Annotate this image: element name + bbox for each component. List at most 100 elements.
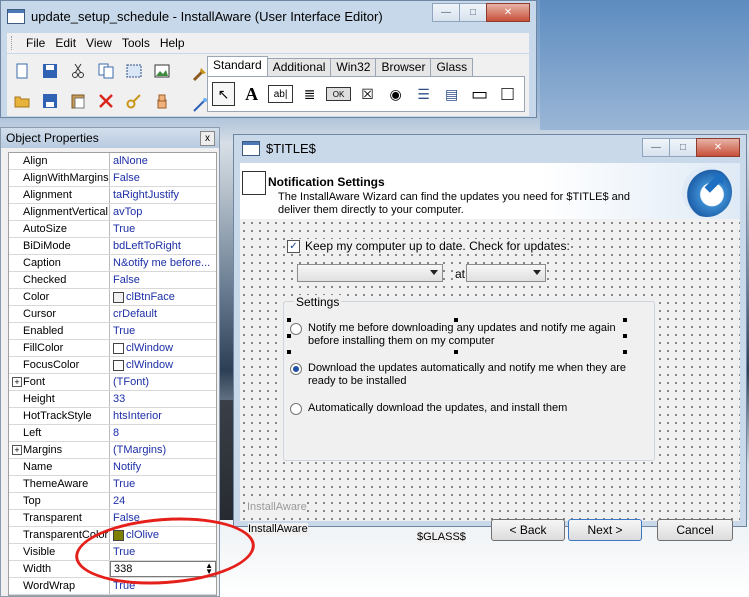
property-name[interactable]: Checked [9, 272, 110, 288]
wizard-titlebar[interactable]: $TITLE$ — □ ✕ [234, 135, 746, 162]
key-icon[interactable] [123, 90, 145, 112]
auto-install-radio[interactable]: Automatically download the updates, and … [290, 402, 630, 415]
property-row[interactable]: AlignmentVertical avTop [9, 204, 216, 221]
delete-icon[interactable] [95, 90, 117, 112]
label-tool-icon[interactable]: A [240, 82, 263, 106]
property-row[interactable]: BiDiMode bdLeftToRight [9, 238, 216, 255]
notify-radio[interactable]: Notify me before downloading any updates… [290, 322, 620, 348]
property-row[interactable]: Height 33 [9, 391, 216, 408]
selection-handle[interactable] [287, 318, 291, 322]
radio-auto-install[interactable] [290, 403, 302, 415]
cancel-button[interactable]: Cancel [657, 519, 733, 541]
property-value[interactable]: alNone [110, 153, 216, 169]
menu-edit[interactable]: Edit [50, 36, 81, 50]
property-name[interactable]: Transparent [9, 510, 110, 526]
selection-handle[interactable] [287, 350, 291, 354]
property-value[interactable]: 24 [110, 493, 216, 509]
property-value[interactable]: clBtnFace [110, 289, 216, 305]
property-row[interactable]: AutoSize True [9, 221, 216, 238]
property-value[interactable]: (TMargins) [110, 442, 216, 458]
expand-icon[interactable]: + [12, 377, 22, 387]
header-title[interactable]: Notification Settings [268, 175, 385, 189]
open-icon[interactable] [11, 90, 33, 112]
property-value[interactable]: False [110, 272, 216, 288]
property-row[interactable]: Enabled True [9, 323, 216, 340]
property-row[interactable]: Color clBtnFace [9, 289, 216, 306]
selection-handle[interactable] [454, 318, 458, 322]
header-description[interactable]: The InstallAware Wizard can find the upd… [278, 191, 638, 217]
save-all-icon[interactable] [39, 90, 61, 112]
property-value[interactable]: taRightJustify [110, 187, 216, 203]
property-name[interactable]: Alignment [9, 187, 110, 203]
property-value[interactable]: htsInterior [110, 408, 216, 424]
wizard-design-surface[interactable]: Notification Settings The InstallAware W… [240, 163, 740, 543]
radio-notify[interactable] [290, 323, 302, 335]
property-row[interactable]: Cursor crDefault [9, 306, 216, 323]
keep-up-to-date-checkbox[interactable]: ✓ Keep my computer up to date. Check for… [287, 239, 570, 253]
property-value[interactable]: clWindow [110, 340, 216, 356]
panel-tool-icon[interactable]: □ [496, 82, 519, 106]
download-notify-radio[interactable]: Download the updates automatically and n… [290, 362, 630, 388]
property-value[interactable]: clWindow [110, 357, 216, 373]
property-value[interactable]: Notify [110, 459, 216, 475]
property-row[interactable]: Left 8 [9, 425, 216, 442]
selection-handle[interactable] [623, 318, 627, 322]
selection-handle[interactable] [287, 334, 291, 338]
minimize-button[interactable]: — [432, 3, 460, 22]
copy-icon[interactable] [95, 60, 117, 82]
settings-groupbox[interactable]: Settings Notify me before downloading an… [283, 295, 655, 461]
paste-icon[interactable] [67, 90, 89, 112]
tab-browser[interactable]: Browser [375, 58, 432, 76]
image-icon[interactable] [151, 60, 173, 82]
property-name[interactable]: HotTrackStyle [9, 408, 110, 424]
object-properties-close-button[interactable]: x [200, 131, 215, 146]
tab-win32[interactable]: Win32 [330, 58, 377, 76]
groupbox-tool-icon[interactable]: ▭ [468, 82, 491, 106]
property-name[interactable]: Enabled [9, 323, 110, 339]
hand-icon[interactable] [151, 90, 173, 112]
edit-tool-icon[interactable]: ab| [268, 85, 294, 103]
selection-handle[interactable] [454, 350, 458, 354]
object-properties-titlebar[interactable]: Object Properties x [1, 128, 219, 148]
glass-label[interactable]: $GLASS$ [417, 531, 466, 543]
close-button[interactable]: ✕ [486, 3, 530, 22]
save-icon[interactable] [39, 60, 61, 82]
back-button[interactable]: < Back [491, 519, 565, 541]
property-row[interactable]: Name Notify [9, 459, 216, 476]
property-name[interactable]: AlignmentVertical [9, 204, 110, 220]
property-row[interactable]: Caption N&otify me before... [9, 255, 216, 272]
property-name[interactable]: Height [9, 391, 110, 407]
property-name[interactable]: Left [9, 425, 110, 441]
selection-handle[interactable] [623, 334, 627, 338]
pointer-tool-icon[interactable]: ↖ [212, 82, 236, 106]
property-name[interactable]: Align [9, 153, 110, 169]
next-button[interactable]: Next > [568, 519, 642, 541]
property-name[interactable]: Caption [9, 255, 110, 271]
property-name[interactable]: Cursor [9, 306, 110, 322]
property-name[interactable]: AutoSize [9, 221, 110, 237]
select-all-icon[interactable] [123, 60, 145, 82]
new-icon[interactable] [11, 60, 33, 82]
property-name[interactable]: Top [9, 493, 110, 509]
wizard-minimize-button[interactable]: — [642, 138, 670, 157]
selection-handle[interactable] [623, 350, 627, 354]
menu-file[interactable]: File [21, 36, 50, 50]
wizard-close-button[interactable]: ✕ [696, 138, 740, 157]
property-row[interactable]: + Margins (TMargins) [9, 442, 216, 459]
property-value[interactable]: False [110, 170, 216, 186]
listbox-tool-icon[interactable]: ☰ [412, 82, 435, 106]
menu-grip[interactable] [11, 36, 15, 50]
property-name[interactable]: + Font [9, 374, 110, 390]
radio-download-notify[interactable] [290, 363, 302, 375]
property-row[interactable]: Top 24 [9, 493, 216, 510]
day-combobox[interactable] [297, 264, 443, 282]
property-row[interactable]: + Font (TFont) [9, 374, 216, 391]
menu-help[interactable]: Help [155, 36, 190, 50]
property-row[interactable]: Alignment taRightJustify [9, 187, 216, 204]
property-name[interactable]: Color [9, 289, 110, 305]
property-value[interactable]: avTop [110, 204, 216, 220]
footer-brand-gray[interactable]: InstallAware [247, 501, 307, 513]
property-value[interactable]: True [110, 476, 216, 492]
property-name[interactable]: ThemeAware [9, 476, 110, 492]
property-value[interactable]: crDefault [110, 306, 216, 322]
